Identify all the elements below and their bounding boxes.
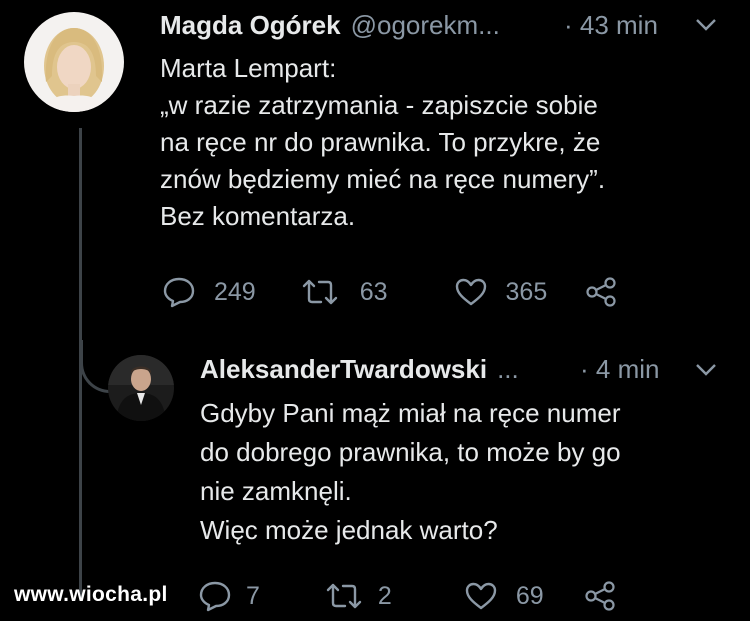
reply-icon	[199, 581, 231, 612]
heart-icon	[455, 278, 486, 306]
tweet-line: Marta Lempart:	[160, 53, 337, 83]
tweet-body: Marta Lempart: „w razie zatrzymania - za…	[160, 50, 605, 235]
reply-count: 249	[214, 277, 256, 306]
retweet-button[interactable]: 2	[324, 581, 392, 611]
tweet-timestamp-wrap: · 43 min	[564, 10, 658, 41]
tweet-line: Więc może jednak warto?	[200, 515, 498, 545]
like-button[interactable]: 365	[454, 277, 548, 307]
tweet-line: do dobrego prawnika, to może by go	[200, 437, 621, 467]
retweet-count: 63	[359, 277, 388, 306]
share-button[interactable]	[584, 581, 616, 611]
tweet-line: na ręce nr do prawnika. To przykre, że	[160, 127, 601, 157]
watermark: www.wiocha.pl	[14, 583, 168, 606]
tweet-header: AleksanderTwardowski ...	[200, 354, 519, 385]
tweet-line: nie zamknęli.	[200, 476, 352, 506]
tweet-line: Gdyby Pani mąż miał na ręce numer	[200, 398, 621, 428]
author-name[interactable]: AleksanderTwardowski	[200, 354, 487, 385]
tweet-timestamp[interactable]: · 4 min	[580, 354, 659, 385]
reply-button[interactable]: 249	[162, 276, 256, 308]
tweet-header: Magda Ogórek @ogorekm...	[160, 10, 500, 41]
retweet-icon	[302, 279, 337, 305]
tweet-line: Bez komentarza.	[160, 201, 356, 231]
heart-icon	[465, 582, 497, 610]
tweet-line: znów będziemy mieć na ręce numery”.	[160, 164, 606, 194]
chevron-down-icon[interactable]	[694, 16, 718, 34]
retweet-count: 2	[377, 581, 392, 610]
retweet-icon	[326, 583, 362, 609]
tweet-body: Gdyby Pani mąż miał na ręce numer do dob…	[200, 394, 621, 550]
reply-count: 7	[246, 581, 260, 610]
author-handle[interactable]: @ogorekm...	[351, 10, 500, 41]
chevron-down-icon[interactable]	[694, 361, 718, 379]
tweet-line: „w razie zatrzymania - zapiszcie sobie	[160, 90, 598, 120]
tweet-actions: 7 2 69	[198, 580, 616, 612]
tweet-timestamp-wrap: · 4 min	[580, 354, 659, 385]
share-button[interactable]	[585, 277, 617, 307]
like-count: 365	[505, 277, 548, 306]
like-button[interactable]: 69	[464, 581, 544, 611]
retweet-button[interactable]: 63	[300, 277, 388, 307]
reply-button[interactable]: 7	[198, 580, 260, 612]
tweet-actions: 249 63 365	[162, 276, 617, 308]
avatar[interactable]	[108, 355, 174, 421]
author-handle[interactable]: ...	[497, 354, 519, 385]
author-name[interactable]: Magda Ogórek	[160, 10, 341, 41]
tweet-timestamp[interactable]: · 43 min	[564, 10, 658, 41]
like-count: 69	[515, 581, 544, 610]
share-icon	[586, 277, 616, 307]
avatar[interactable]	[24, 12, 124, 112]
share-icon	[585, 581, 615, 611]
reply-icon	[163, 277, 195, 308]
